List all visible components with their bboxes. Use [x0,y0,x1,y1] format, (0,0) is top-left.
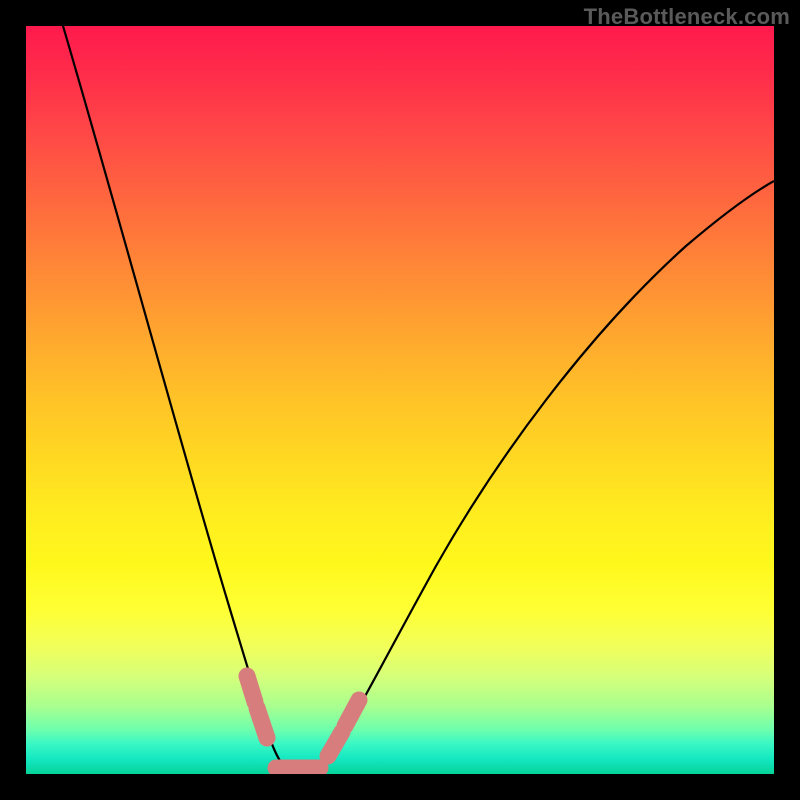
highlight-left [247,676,267,738]
plot-area [26,26,774,774]
bottleneck-curve [63,26,774,774]
watermark-label: TheBottleneck.com [584,4,790,30]
highlight-right [328,700,359,756]
chart-frame: TheBottleneck.com [0,0,800,800]
chart-svg [26,26,774,774]
